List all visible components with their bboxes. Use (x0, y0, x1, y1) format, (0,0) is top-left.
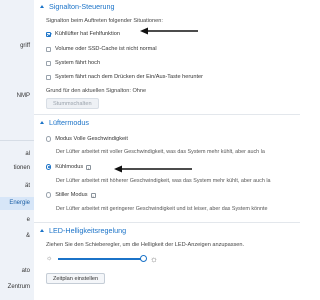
sidebar-item-general[interactable]: al (0, 148, 34, 161)
fan-mode-quiet[interactable]: Stiller Modus i (46, 192, 96, 199)
fan-mode-cool[interactable]: Kühlmodus i (46, 164, 92, 171)
fan-mode-description: Der Lüfter arbeitet mit geringerer Gesch… (56, 206, 268, 212)
annotation-arrow-icon (140, 27, 198, 35)
option-label: System fährt hoch (55, 60, 101, 66)
section-title: Signalton-Steuerung (49, 2, 115, 11)
sidebar: griff NMP al tionen ät Energie e & ato Z… (0, 0, 34, 300)
section-divider (34, 222, 300, 223)
sidebar-item-label: e (26, 217, 30, 223)
sidebar-item-label: Zentrum (7, 284, 30, 290)
mute-button[interactable]: Stummschalten (46, 98, 99, 109)
fan-mode-description: Der Lüfter arbeitet mit voller Geschwind… (56, 149, 265, 155)
sidebar-item-label: tionen (13, 165, 30, 171)
sidebar-item-label: griff (20, 43, 30, 49)
sun-large-icon: ☼ (149, 254, 158, 264)
sidebar-item-snmp[interactable]: NMP (0, 90, 34, 103)
option-volume-abnormal[interactable]: Volume oder SSD-Cache ist nicht normal (46, 46, 157, 52)
checkbox[interactable] (46, 74, 51, 80)
option-label: Modus Volle Geschwindigkeit (55, 136, 128, 142)
sidebar-item-label: al (25, 151, 30, 157)
main-panel: Signalton-Steuerung Signalton beim Auftr… (34, 0, 300, 300)
sidebar-item-label: ät (24, 183, 30, 189)
fan-mode-description: Der Lüfter arbeitet mit höherer Geschwin… (56, 178, 271, 184)
collapse-arrow-icon[interactable] (40, 229, 44, 232)
option-system-boot[interactable]: System fährt hoch (46, 60, 100, 66)
sidebar-item-label: & (25, 233, 30, 239)
sidebar-item-label: Energie (9, 200, 30, 206)
brightness-slider[interactable]: ☼ ☼ (46, 252, 158, 266)
radio[interactable] (46, 136, 52, 142)
signal-hint: Signalton beim Auftreten folgender Situa… (46, 18, 163, 24)
sidebar-item-label: ato (21, 268, 30, 274)
signal-reason: Grund für den aktuellen Signalton: Ohne (46, 88, 147, 94)
sidebar-item-label: NMP (16, 93, 30, 99)
info-icon[interactable]: i (90, 192, 96, 199)
sidebar-item-notifications[interactable]: tionen (0, 162, 34, 175)
section-signal-header[interactable]: Signalton-Steuerung (40, 2, 115, 11)
sidebar-item-center[interactable]: Zentrum (0, 281, 34, 294)
section-title: Lüftermodus (49, 118, 89, 127)
sidebar-item-e[interactable]: e (0, 214, 34, 227)
sidebar-item-zugriff[interactable]: griff (0, 40, 34, 53)
sidebar-item-and[interactable]: & (0, 230, 34, 243)
section-title: LED-Helligkeitsregelung (49, 226, 127, 235)
checkbox[interactable] (46, 60, 51, 66)
section-led-header[interactable]: LED-Helligkeitsregelung (40, 226, 126, 235)
checkbox[interactable] (46, 46, 51, 52)
fan-mode-full-speed[interactable]: Modus Volle Geschwindigkeit (46, 136, 128, 142)
sidebar-item-hardware[interactable]: ät (0, 180, 34, 193)
sidebar-item-ato[interactable]: ato (0, 265, 34, 278)
option-label: Stiller Modus (55, 192, 88, 198)
led-hint: Ziehen Sie den Schieberegler, um die Hel… (46, 242, 245, 248)
schedule-button[interactable]: Zeitplan einstellen (46, 273, 106, 284)
checkbox[interactable] (46, 31, 51, 37)
info-icon[interactable]: i (86, 164, 92, 171)
radio[interactable] (46, 164, 52, 170)
section-fan-header[interactable]: Lüftermodus (40, 118, 89, 127)
slider-thumb[interactable] (139, 255, 147, 263)
option-label: System fährt nach dem Drücken der Ein/Au… (55, 74, 203, 80)
sidebar-item-energy[interactable]: Energie (0, 197, 34, 210)
slider-fill (58, 258, 144, 260)
collapse-arrow-icon[interactable] (40, 121, 44, 124)
option-label: Volume oder SSD-Cache ist nicht normal (55, 46, 157, 52)
radio[interactable] (46, 192, 52, 198)
option-fan-failure[interactable]: Kühllüfter hat Fehlfunktion (46, 31, 120, 37)
collapse-arrow-icon[interactable] (40, 5, 44, 8)
option-label: Kühlmodus (55, 164, 84, 170)
sidebar-divider (0, 140, 34, 141)
annotation-arrow-icon (114, 165, 192, 173)
option-label: Kühllüfter hat Fehlfunktion (55, 31, 120, 37)
section-divider (34, 114, 300, 115)
sun-small-icon: ☼ (46, 255, 53, 262)
option-power-button-shutdown[interactable]: System fährt nach dem Drücken der Ein/Au… (46, 74, 203, 80)
